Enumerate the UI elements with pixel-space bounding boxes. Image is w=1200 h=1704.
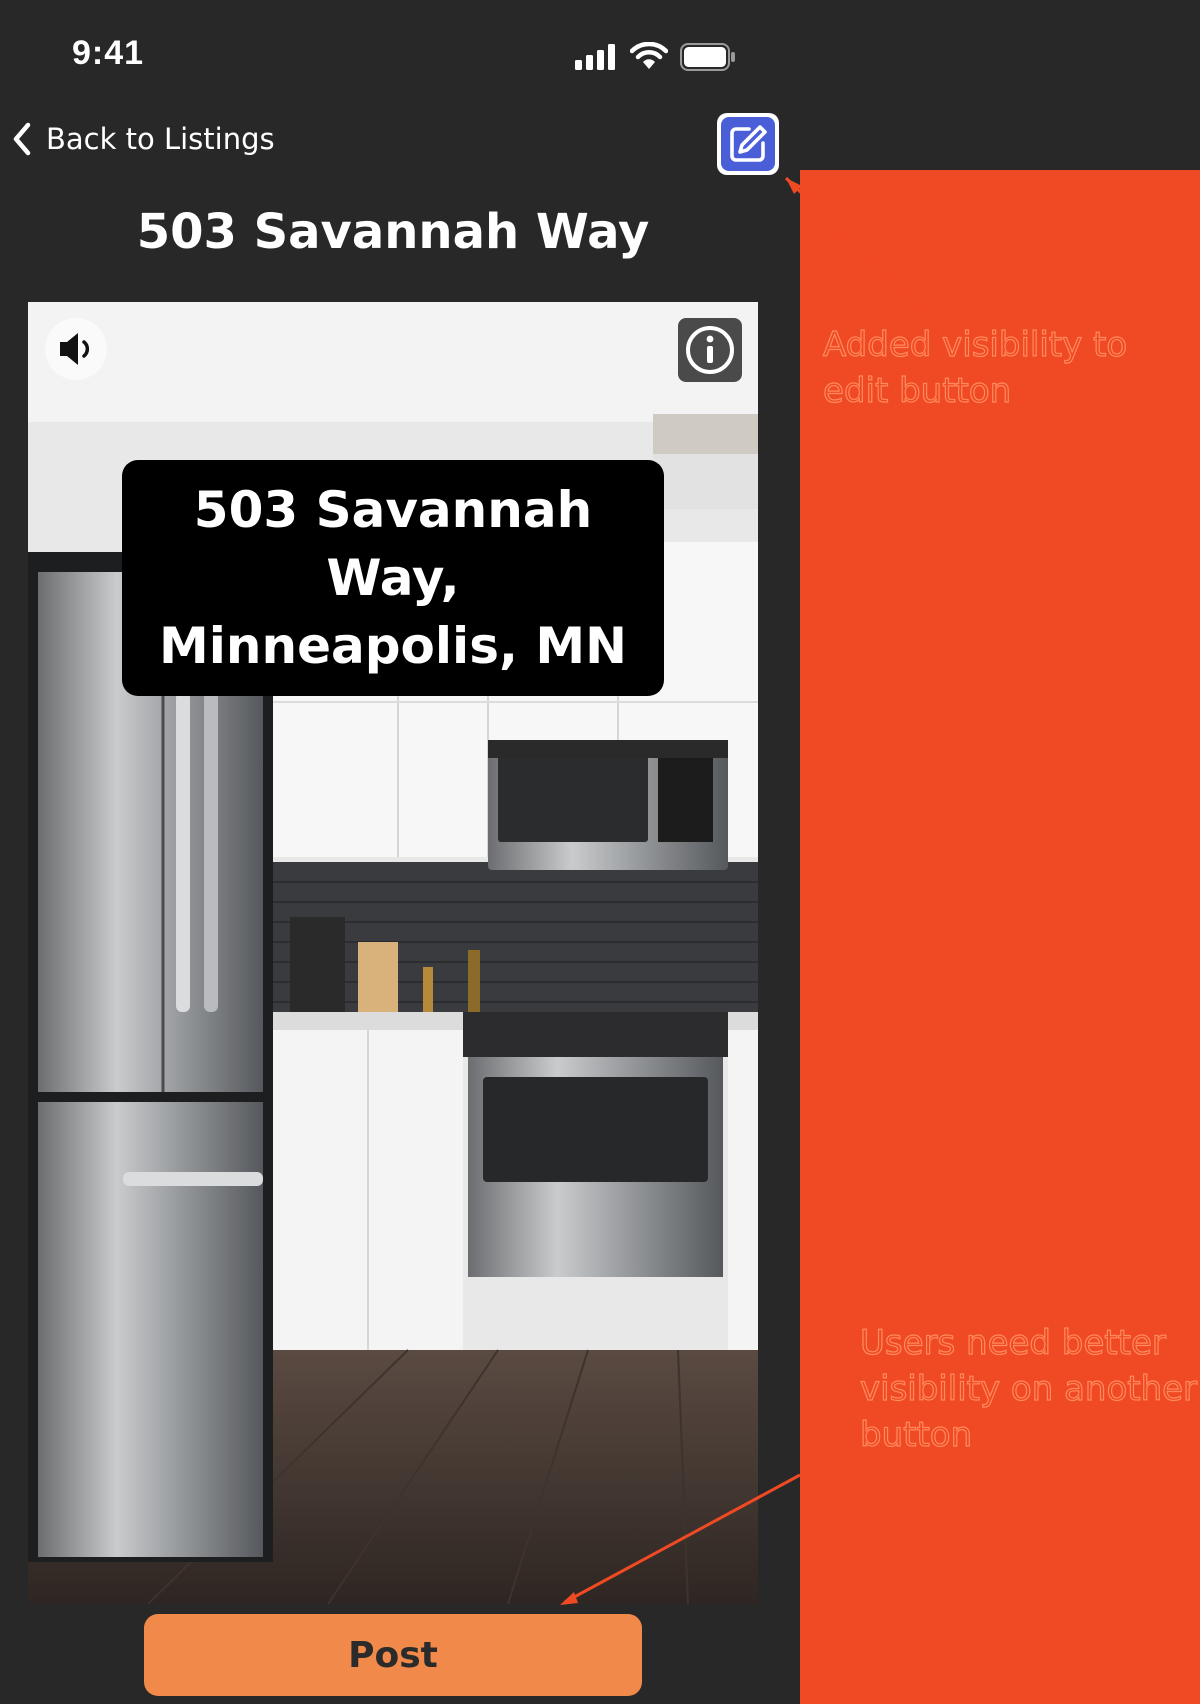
edit-button[interactable] bbox=[717, 113, 779, 175]
sound-button[interactable] bbox=[45, 318, 107, 380]
speaker-icon bbox=[60, 333, 90, 365]
edit-button-face bbox=[721, 117, 775, 171]
info-button[interactable] bbox=[678, 318, 742, 382]
address-card-text: 503 Savannah Way, Minneapolis, MN bbox=[159, 481, 627, 675]
phone-screen: 9:41 Back to Listings 503 Savannah Way 5… bbox=[0, 0, 786, 1704]
battery-icon bbox=[680, 43, 735, 71]
back-to-listings-button[interactable]: Back to Listings bbox=[12, 118, 275, 160]
annotation-edit-note: Added visibility to edit button bbox=[822, 324, 1128, 411]
back-label: Back to Listings bbox=[46, 122, 275, 156]
page: 9:41 Back to Listings 503 Savannah Way 5… bbox=[0, 0, 1200, 1704]
chevron-left-icon bbox=[13, 122, 31, 156]
status-bar: 9:41 bbox=[0, 0, 786, 110]
signal-icon bbox=[575, 44, 615, 70]
info-icon bbox=[686, 326, 734, 374]
address-card: 503 Savannah Way, Minneapolis, MN bbox=[122, 460, 664, 696]
status-time: 9:41 bbox=[72, 34, 145, 72]
annotation-post-note: Users need better visibility on another … bbox=[859, 1322, 1198, 1455]
page-title: 503 Savannah Way bbox=[136, 204, 650, 260]
edit-icon bbox=[730, 125, 767, 162]
wifi-icon bbox=[630, 42, 668, 69]
post-button[interactable]: Post bbox=[144, 1614, 642, 1696]
